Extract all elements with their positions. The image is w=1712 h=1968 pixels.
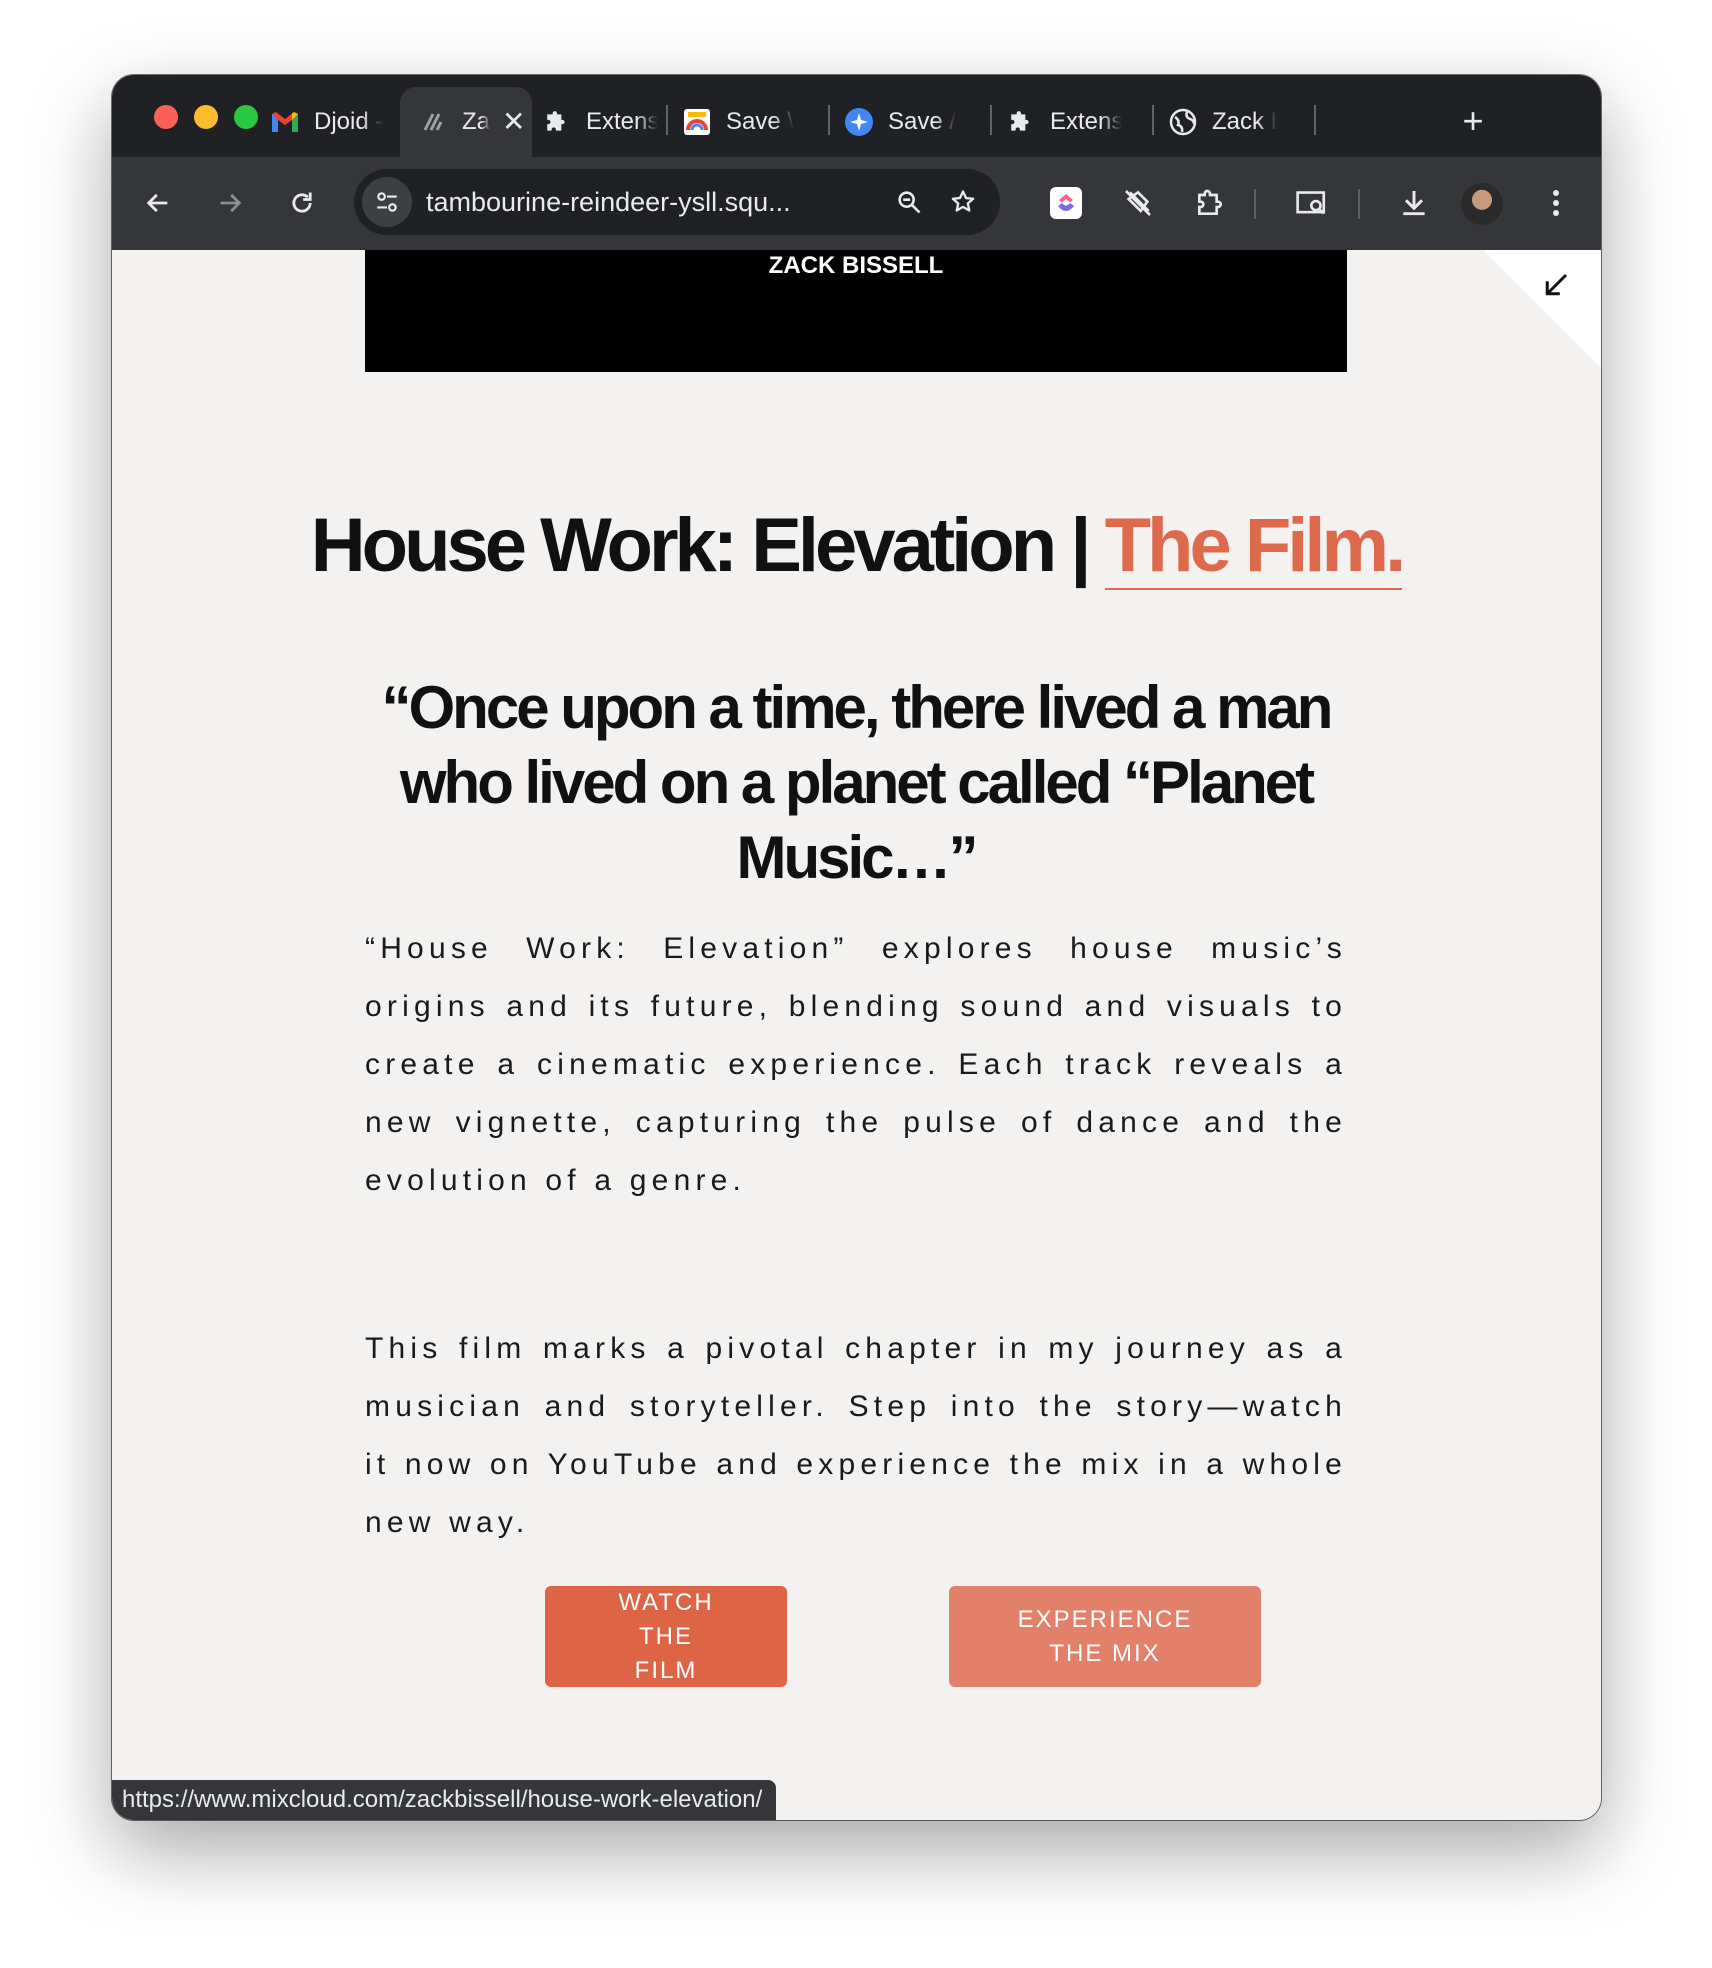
profile-avatar[interactable] bbox=[1461, 183, 1503, 225]
tab-label: Save / bbox=[888, 108, 957, 135]
watch-the-film-label: WATCH THE FILM bbox=[618, 1588, 714, 1684]
watch-the-film-button[interactable]: WATCH THE FILM bbox=[545, 1586, 787, 1687]
downloads-button[interactable] bbox=[1388, 177, 1440, 229]
description-paragraph-2: This film marks a pivotal chapter in my … bbox=[365, 1332, 1347, 1539]
kebab-menu-icon bbox=[1553, 190, 1559, 216]
tab-label: Zack I bbox=[1212, 108, 1278, 135]
toolbar-separator bbox=[1358, 189, 1360, 219]
globe-icon bbox=[1168, 107, 1198, 137]
arrow-left-icon bbox=[146, 193, 168, 213]
link-status-bar: https://www.mixcloud.com/zackbissell/hou… bbox=[112, 1780, 777, 1820]
new-tab-button[interactable]: + bbox=[1447, 95, 1499, 147]
tab-search-button[interactable] bbox=[1286, 177, 1338, 229]
browser-menu-button[interactable] bbox=[1530, 177, 1582, 229]
puzzle-outline-icon bbox=[1198, 189, 1222, 215]
experience-the-mix-button[interactable]: EXPERIENCE THE MIX bbox=[949, 1586, 1261, 1687]
video-embed[interactable]: ZACK BISSELL bbox=[365, 250, 1347, 372]
tab-label: Djoid - bbox=[314, 108, 384, 135]
address-bar[interactable]: tambourine-reindeer-ysll.squ... bbox=[354, 169, 1000, 235]
back-button[interactable] bbox=[132, 177, 184, 229]
save-icon bbox=[682, 107, 712, 137]
tab-label: Za bbox=[462, 108, 490, 135]
page-title: House Work: Elevation | The Film. bbox=[112, 502, 1601, 590]
clickup-extension-button[interactable] bbox=[1040, 177, 1092, 229]
toolbar-separator bbox=[1254, 189, 1256, 219]
tab-extensions-1[interactable]: Extens bbox=[542, 87, 658, 157]
forward-button[interactable] bbox=[204, 177, 256, 229]
page-title-main: House Work: Elevation | bbox=[310, 503, 1105, 588]
toolbar: tambourine-reindeer-ysll.squ... bbox=[112, 157, 1601, 250]
tab-separator bbox=[990, 105, 992, 135]
star-icon bbox=[951, 190, 975, 212]
download-icon bbox=[1403, 191, 1425, 216]
tab-separator bbox=[666, 105, 668, 135]
tab-label: Extens bbox=[1050, 108, 1122, 135]
bookmark-button[interactable] bbox=[938, 177, 988, 227]
arrow-right-icon bbox=[220, 193, 242, 213]
page-content: ZACK BISSELL House Work: Elevation | The… bbox=[112, 250, 1601, 1820]
zoom-button[interactable] bbox=[884, 177, 934, 227]
tab-save-1[interactable]: Save \ bbox=[682, 87, 798, 157]
tab-separator bbox=[1152, 105, 1154, 135]
puzzle-icon bbox=[542, 107, 572, 137]
page-title-accent-link[interactable]: The Film. bbox=[1104, 503, 1406, 590]
magnifier-icon bbox=[898, 191, 921, 214]
close-window-button[interactable] bbox=[154, 105, 178, 129]
maximize-window-button[interactable] bbox=[234, 105, 258, 129]
collapse-arrow-icon[interactable] bbox=[1541, 270, 1571, 300]
video-title: ZACK BISSELL bbox=[768, 252, 944, 279]
clickup-icon bbox=[1050, 187, 1082, 219]
experience-the-mix-label: EXPERIENCE THE MIX bbox=[1017, 1605, 1193, 1667]
tab-active-site[interactable]: Za ✕ bbox=[400, 87, 532, 157]
tab-label: Extens bbox=[586, 108, 658, 135]
url-text[interactable]: tambourine-reindeer-ysll.squ... bbox=[426, 169, 791, 235]
reload-icon bbox=[292, 192, 312, 213]
tab-search-icon bbox=[1296, 191, 1326, 215]
tab-extensions-2[interactable]: Extens bbox=[1006, 87, 1122, 157]
tab-gmail[interactable]: Djoid - bbox=[270, 87, 386, 157]
gmail-icon bbox=[270, 107, 300, 137]
puzzle-icon bbox=[1006, 107, 1036, 137]
tab-separator bbox=[828, 105, 830, 135]
squarespace-icon bbox=[418, 107, 448, 137]
tab-separator bbox=[1314, 105, 1316, 135]
pull-quote: “Once upon a time, there lived a man who… bbox=[381, 674, 1334, 891]
description-paragraph-1: “House Work: Elevation” explores house m… bbox=[365, 932, 1347, 1197]
reload-button[interactable] bbox=[276, 177, 328, 229]
tab-save-2[interactable]: Save / bbox=[844, 87, 960, 157]
tab-zack[interactable]: Zack I bbox=[1168, 87, 1284, 157]
minimize-window-button[interactable] bbox=[194, 105, 218, 129]
tab-bar: Djoid - Za ✕ Extens Save \ Save / Extens… bbox=[112, 75, 1601, 157]
browser-window: Djoid - Za ✕ Extens Save \ Save / Extens… bbox=[112, 75, 1601, 1820]
extensions-menu-button[interactable] bbox=[1184, 177, 1236, 229]
crossed-tag-icon bbox=[1125, 190, 1151, 216]
site-settings-icon[interactable] bbox=[362, 177, 412, 227]
close-tab-icon[interactable]: ✕ bbox=[502, 108, 525, 136]
tab-label: Save \ bbox=[726, 108, 795, 135]
blue-star-icon bbox=[844, 107, 874, 137]
extension-button-2[interactable] bbox=[1112, 177, 1164, 229]
page-corner-fold bbox=[1483, 250, 1601, 368]
